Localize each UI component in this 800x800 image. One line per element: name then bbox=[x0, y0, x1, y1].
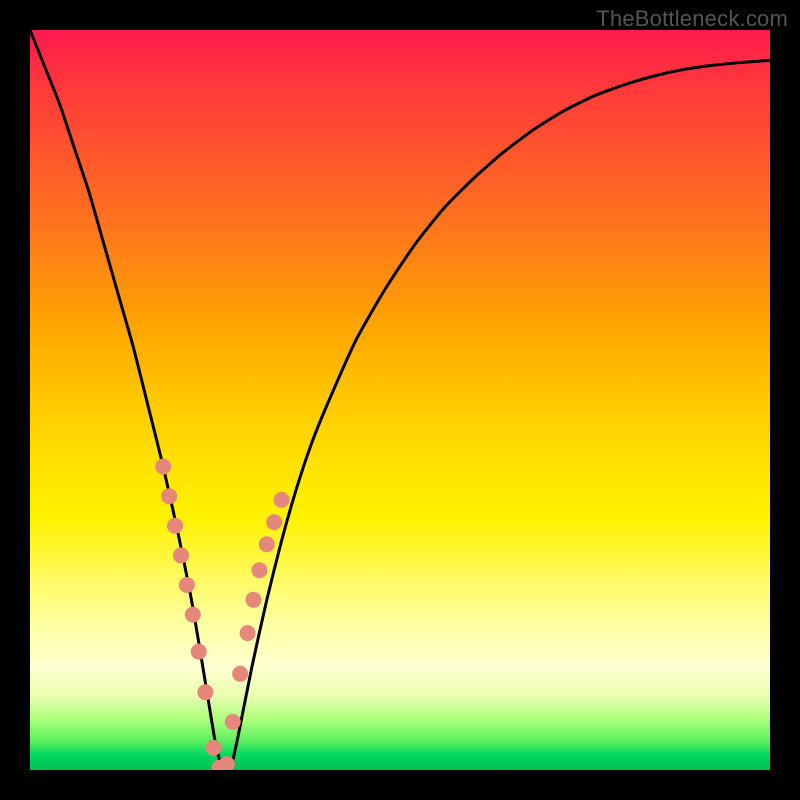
plot-area bbox=[30, 30, 770, 770]
marker-dot bbox=[179, 577, 195, 593]
marker-dot bbox=[173, 547, 189, 563]
marker-dot bbox=[259, 536, 275, 552]
marker-dot bbox=[167, 518, 183, 534]
marker-dot bbox=[219, 756, 235, 770]
marker-dot bbox=[155, 459, 171, 475]
marker-dot bbox=[191, 644, 207, 660]
marker-dot bbox=[266, 514, 282, 530]
marker-dot bbox=[240, 625, 256, 641]
watermark-text: TheBottleneck.com bbox=[596, 6, 788, 32]
marker-dot bbox=[274, 492, 290, 508]
marker-dot bbox=[232, 666, 248, 682]
marker-dot bbox=[225, 714, 241, 730]
highlighted-points bbox=[155, 459, 289, 770]
marker-dot bbox=[211, 760, 227, 770]
marker-dot bbox=[197, 684, 213, 700]
marker-dot bbox=[251, 562, 267, 578]
marker-dot bbox=[245, 592, 261, 608]
bottleneck-curve bbox=[30, 30, 770, 770]
marker-dot bbox=[185, 607, 201, 623]
chart-svg bbox=[30, 30, 770, 770]
marker-dot bbox=[161, 488, 177, 504]
marker-dot bbox=[206, 740, 222, 756]
